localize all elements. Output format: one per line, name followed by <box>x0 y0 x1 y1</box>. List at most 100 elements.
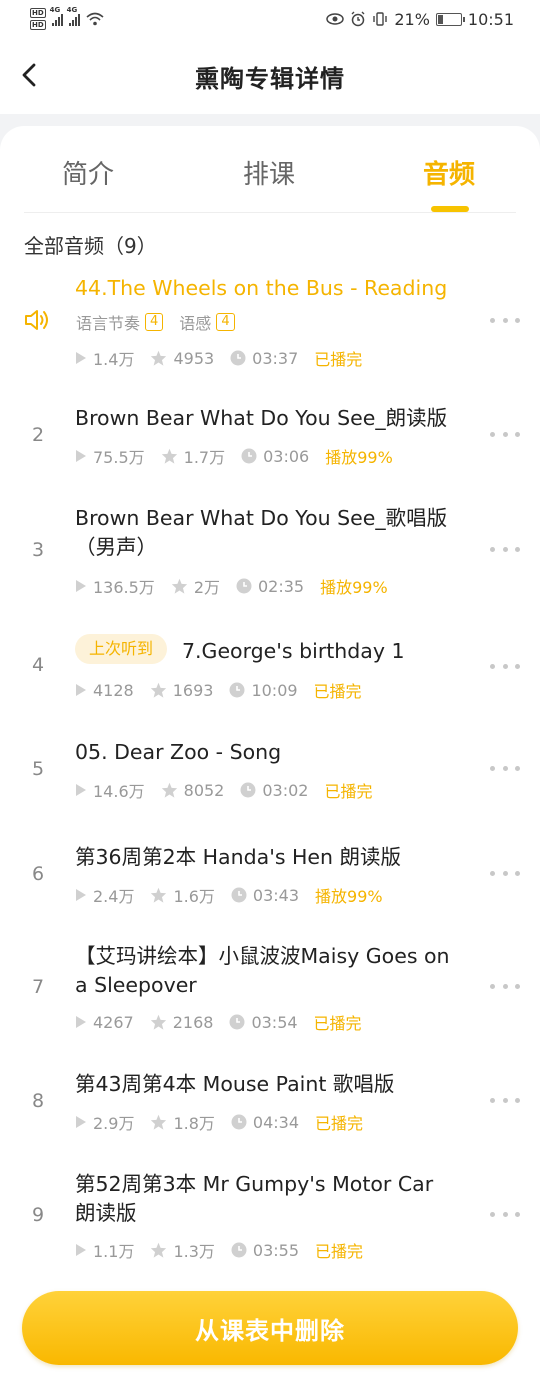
track-meta: 1.1万 1.3万 03:55 已播完 <box>75 1238 363 1262</box>
more-dots-icon <box>490 1212 495 1217</box>
duration: 10:09 <box>251 680 298 700</box>
more-dots-icon <box>490 664 495 669</box>
play-count-icon <box>76 450 86 462</box>
list-item[interactable]: 4 上次听到 7.George's birthday 1 4128 1693 1… <box>0 634 540 714</box>
more-dots-icon <box>490 871 495 876</box>
play-count-icon <box>76 784 86 796</box>
like-count: 4953 <box>173 348 215 368</box>
clock-icon <box>241 448 257 464</box>
play-count-icon <box>76 352 86 364</box>
tab-schedule[interactable]: 排课 <box>243 154 295 191</box>
duration: 03:43 <box>252 885 300 905</box>
play-count-icon <box>76 1016 86 1028</box>
more-button[interactable] <box>490 432 520 438</box>
play-count-icon <box>76 580 86 592</box>
like-count: 2万 <box>193 578 220 597</box>
battery-percent: 21% <box>394 9 430 29</box>
track-meta: 2.9万 1.8万 04:34 已播完 <box>75 1110 363 1134</box>
tab-audio[interactable]: 音频 <box>423 154 475 191</box>
hd-icon: HD HD <box>30 8 46 30</box>
track-title: 05. Dear Zoo - Song <box>75 740 282 764</box>
play-status: 播放99% <box>315 887 383 906</box>
more-button[interactable] <box>490 984 520 990</box>
vibrate-icon <box>373 12 388 26</box>
like-count: 2168 <box>172 1012 214 1032</box>
track-number: 6 <box>31 863 45 885</box>
play-count: 1.1万 <box>93 1242 135 1261</box>
list-item[interactable]: 2 Brown Bear What Do You See_朗读版 75.5万 1… <box>0 404 540 484</box>
track-number: 4 <box>31 654 45 676</box>
duration: 03:06 <box>263 446 310 466</box>
track-title: 第52周第3本 Mr Gumpy's Motor Car 朗读版 <box>75 1172 434 1225</box>
star-icon <box>150 1014 166 1030</box>
more-button[interactable] <box>490 664 520 670</box>
clock-icon <box>229 682 245 698</box>
play-count: 14.6万 <box>93 782 145 801</box>
more-button[interactable] <box>490 318 520 324</box>
play-count: 136.5万 <box>93 578 155 597</box>
status-right: 21% 10:51 <box>326 10 514 29</box>
play-status: 已播完 <box>315 1242 364 1261</box>
status-left: HD HD 4G 4G <box>30 6 104 31</box>
list-item[interactable]: 3 Brown Bear What Do You See_歌唱版（男声） 136… <box>0 504 540 604</box>
alarm-icon <box>351 11 365 27</box>
like-count: 1.3万 <box>173 1242 215 1261</box>
list-header: 全部音频（9） <box>24 234 157 258</box>
track-meta: 2.4万 1.6万 03:43 播放99% <box>75 883 383 907</box>
list-item[interactable]: 7 【艾玛讲绘本】小鼠波波Maisy Goes on a Sleepover 4… <box>0 942 540 1042</box>
chevron-left-icon <box>22 63 36 87</box>
list-item[interactable]: 9 第52周第3本 Mr Gumpy's Motor Car 朗读版 1.1万 … <box>0 1170 540 1270</box>
wifi-icon <box>86 12 104 26</box>
track-title: 【艾玛讲绘本】小鼠波波Maisy Goes on a Sleepover <box>75 944 450 997</box>
play-status: 播放99% <box>325 448 393 467</box>
duration: 03:02 <box>262 780 309 800</box>
speaker-icon <box>25 310 48 330</box>
track-title: 第36周第2本 Handa's Hen 朗读版 <box>75 845 402 869</box>
list-item[interactable]: 6 第36周第2本 Handa's Hen 朗读版 2.4万 1.6万 03:4… <box>0 843 540 923</box>
divider <box>24 212 516 213</box>
like-count: 1.6万 <box>173 887 215 906</box>
tag-list: 语言节奏 4 语感 4 <box>76 310 251 334</box>
track-title: 7.George's birthday 1 <box>182 639 405 663</box>
play-count: 75.5万 <box>93 448 145 467</box>
clock-icon <box>230 350 246 366</box>
tab-intro[interactable]: 简介 <box>62 154 114 191</box>
bottom-bar: 从课表中删除 <box>0 1276 540 1380</box>
play-count-icon <box>76 889 86 901</box>
more-dots-icon <box>490 1098 495 1103</box>
remove-from-schedule-button[interactable]: 从课表中删除 <box>22 1291 518 1365</box>
signal-icon: 4G <box>50 6 63 26</box>
content-card: 简介 排课 音频 全部音频（9） 44.The Wheels on the Bu… <box>0 126 540 1276</box>
track-title: Brown Bear What Do You See_歌唱版（男声） <box>75 506 448 559</box>
play-count: 4128 <box>93 680 134 700</box>
duration: 04:34 <box>252 1112 300 1132</box>
list-item[interactable]: 8 第43周第4本 Mouse Paint 歌唱版 2.9万 1.8万 04:3… <box>0 1070 540 1150</box>
play-count: 2.9万 <box>93 1114 135 1133</box>
back-button[interactable] <box>14 60 44 90</box>
play-status: 已播完 <box>313 1014 362 1033</box>
star-icon <box>151 1114 167 1130</box>
more-button[interactable] <box>490 1212 520 1218</box>
more-button[interactable] <box>490 547 520 553</box>
like-count: 1.7万 <box>183 448 226 467</box>
duration: 03:55 <box>252 1240 300 1260</box>
duration: 03:37 <box>252 348 299 368</box>
more-button[interactable] <box>490 871 520 877</box>
star-icon <box>161 782 177 798</box>
track-title: 44.The Wheels on the Bus - Reading <box>75 276 448 300</box>
battery-icon <box>435 12 465 26</box>
list-item[interactable]: 5 05. Dear Zoo - Song 14.6万 8052 03:02 已… <box>0 738 540 818</box>
star-icon <box>151 887 167 903</box>
list-item[interactable]: 44.The Wheels on the Bus - Reading 语言节奏 4… <box>0 274 540 384</box>
track-meta: 1.4万 4953 03:37 已播完 <box>75 346 362 370</box>
star-icon <box>171 578 187 594</box>
signal-icon-2: 4G <box>67 6 80 26</box>
clock-icon <box>229 1014 245 1030</box>
more-button[interactable] <box>490 766 520 772</box>
tag-count-badge: 4 <box>216 313 235 331</box>
more-button[interactable] <box>490 1098 520 1104</box>
play-status: 已播完 <box>314 350 363 369</box>
like-count: 1.8万 <box>173 1114 215 1133</box>
like-count: 1693 <box>172 680 214 700</box>
duration: 03:54 <box>251 1012 298 1032</box>
